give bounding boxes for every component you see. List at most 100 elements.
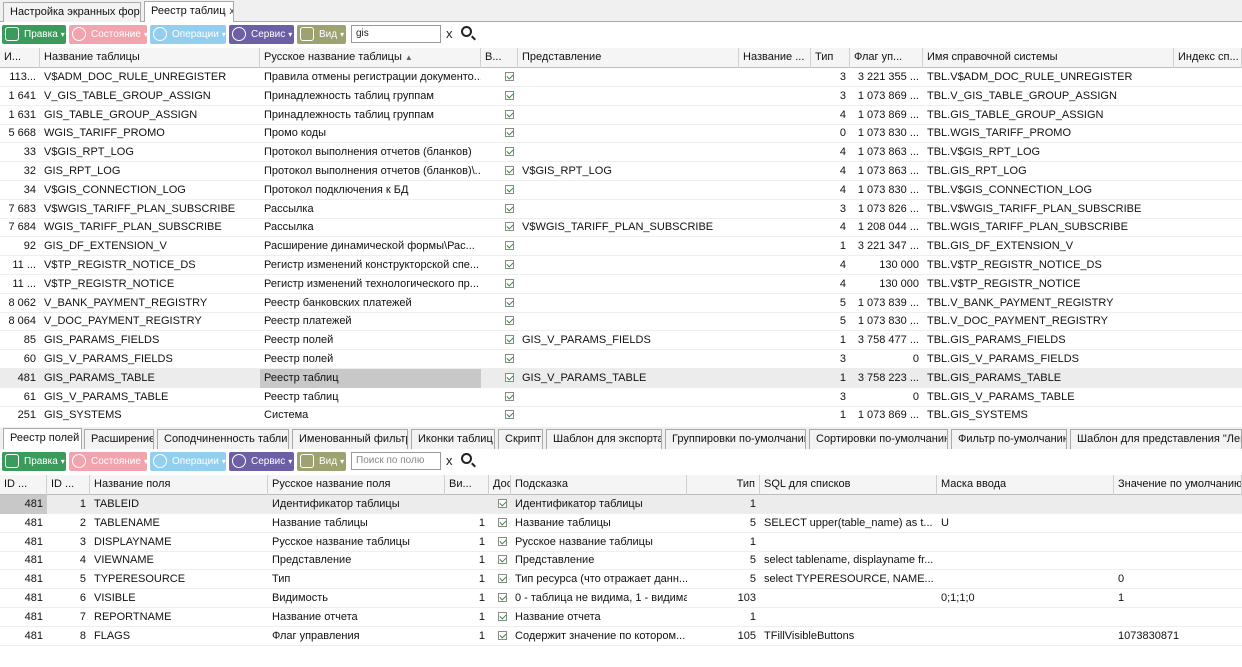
checkbox-checked-icon[interactable] xyxy=(505,72,514,81)
col-default-value[interactable]: Значение по умолчанию xyxy=(1114,475,1242,495)
col-access[interactable]: Дос xyxy=(489,475,511,495)
table-row[interactable]: 61 GIS_V_PARAMS_TABLE Реестр таблиц 3 0 TBL.G… xyxy=(0,388,1242,407)
table-row[interactable]: 11 ... V$TP_REGISTR_NOTICE Регистр изменен… xyxy=(0,275,1242,294)
field-row[interactable]: 481 5 TYPERESOURCE Тип 1 Тип ресурса (что отр… xyxy=(0,570,1242,590)
edit-button[interactable]: Правка ▾ xyxy=(2,452,66,471)
col-field-name[interactable]: Название поля xyxy=(90,475,268,495)
checkbox-checked-icon[interactable] xyxy=(505,316,514,326)
table-row[interactable]: 1 631 GIS_TABLE_GROUP_ASSIGN Принадлежност… xyxy=(0,106,1242,125)
col-type[interactable]: Тип xyxy=(687,475,760,495)
table-row[interactable]: 8 062 V_BANK_PAYMENT_REGISTRY Реестр банко… xyxy=(0,294,1242,313)
field-row[interactable]: 481 4 VIEWNAME Представление 1 Представление 5… xyxy=(0,551,1242,571)
table-row[interactable]: 5 668 WGIS_TARIFF_PROMO Промо коды 0 1 073 8… xyxy=(0,124,1242,144)
checkbox-checked-icon[interactable] xyxy=(505,109,514,119)
checkbox-checked-icon[interactable] xyxy=(505,147,514,157)
checkbox-checked-icon[interactable] xyxy=(505,184,514,194)
col-field-id[interactable]: ID ... xyxy=(47,475,90,495)
view-button[interactable]: Вид ▾ xyxy=(297,452,346,471)
table-row[interactable]: 7 683 V$WGIS_TARIFF_PLAN_SUBSCRIBE Рассылк… xyxy=(0,200,1242,219)
col-table-name[interactable]: Название таблицы xyxy=(40,48,260,68)
detail-tab[interactable]: Соподчиненность таблиц xyxy=(157,429,289,449)
service-button[interactable]: Сервис ▾ xyxy=(229,25,294,44)
checkbox-checked-icon[interactable] xyxy=(498,593,507,602)
checkbox-checked-icon[interactable] xyxy=(498,536,507,546)
search-icon[interactable] xyxy=(461,26,472,37)
clear-search-icon[interactable]: x xyxy=(446,453,453,468)
table-row[interactable]: 481 GIS_PARAMS_TABLE Реестр таблиц GIS_V_PA… xyxy=(0,368,1242,388)
col-view[interactable]: Представление xyxy=(518,48,739,68)
tab-table-registry[interactable]: Реестр таблиц x xyxy=(144,1,234,22)
checkbox-checked-icon[interactable] xyxy=(505,391,514,401)
edit-button[interactable]: Правка ▾ xyxy=(2,25,66,44)
state-button[interactable]: Состояние ▾ xyxy=(69,452,148,471)
table-row[interactable]: 92 GIS_DF_EXTENSION_V Расширение динамичес… xyxy=(0,237,1242,257)
field-row[interactable]: 481 6 VISIBLE Видимость 1 0 - таблица не види… xyxy=(0,589,1242,608)
checkbox-checked-icon[interactable] xyxy=(505,278,514,288)
close-icon[interactable]: x xyxy=(230,6,233,17)
checkbox-checked-icon[interactable] xyxy=(498,611,507,621)
state-button[interactable]: Состояние ▾ xyxy=(69,25,148,44)
checkbox-checked-icon[interactable] xyxy=(505,203,514,213)
detail-tab[interactable]: Иконки таблиц xyxy=(411,429,495,449)
tab-screen-forms[interactable]: Настройка экранных форм xyxy=(3,2,141,22)
detail-tab[interactable]: Скрипт xyxy=(498,429,543,449)
checkbox-checked-icon[interactable] xyxy=(505,410,514,420)
detail-tab[interactable]: Именованный фильтр xyxy=(292,429,408,449)
table-row[interactable]: 32 GIS_RPT_LOG Протокол выполнения отчетов… xyxy=(0,162,1242,181)
field-row[interactable]: 481 3 DISPLAYNAME Русское название таблицы 1… xyxy=(0,533,1242,552)
operations-button[interactable]: Операции ▾ xyxy=(150,25,226,44)
checkbox-checked-icon[interactable] xyxy=(498,630,507,640)
detail-tab[interactable]: Фильтр по-умолчанию xyxy=(951,429,1067,449)
col-visible[interactable]: Ви... xyxy=(445,475,489,495)
table-row[interactable]: 85 GIS_PARAMS_FIELDS Реестр полей GIS_V_PAR… xyxy=(0,331,1242,351)
table-row[interactable]: 11 ... V$TP_REGISTR_NOTICE_DS Регистр изме… xyxy=(0,256,1242,275)
detail-tab[interactable]: Расширение xyxy=(84,429,154,449)
table-row[interactable]: 8 064 V_DOC_PAYMENT_REGISTRY Реестр платеж… xyxy=(0,312,1242,332)
table-row[interactable]: 113... V$ADM_DOC_RULE_UNREGISTER Правила о… xyxy=(0,68,1242,87)
field-row[interactable]: 481 8 FLAGS Флаг управления 1 Содержит значен… xyxy=(0,627,1242,646)
col-input-mask[interactable]: Маска ввода xyxy=(937,475,1114,495)
col-report-name[interactable]: Название ... xyxy=(739,48,811,68)
checkbox-checked-icon[interactable] xyxy=(505,222,514,232)
checkbox-checked-icon[interactable] xyxy=(498,555,507,565)
table-row[interactable]: 33 V$GIS_RPT_LOG Протокол выполнения отчет… xyxy=(0,143,1242,163)
col-rus-field-name[interactable]: Русское название поля xyxy=(268,475,445,495)
checkbox-checked-icon[interactable] xyxy=(505,166,514,175)
col-type[interactable]: Тип xyxy=(811,48,850,68)
checkbox-checked-icon[interactable] xyxy=(505,241,514,251)
col-ref-index[interactable]: Индекс сп... xyxy=(1174,48,1242,68)
col-sql-list[interactable]: SQL для списков xyxy=(760,475,937,495)
detail-tab[interactable]: Шаблон для представления "Лента" xyxy=(1070,429,1242,449)
search-input[interactable]: gis xyxy=(351,25,441,43)
checkbox-checked-icon[interactable] xyxy=(498,517,507,527)
checkbox-checked-icon[interactable] xyxy=(505,335,514,345)
table-row[interactable]: 251 GIS_SYSTEMS Система 1 1 073 869 ... TBL.G… xyxy=(0,406,1242,424)
view-button[interactable]: Вид ▾ xyxy=(297,25,346,44)
checkbox-checked-icon[interactable] xyxy=(505,354,514,363)
table-row[interactable]: 60 GIS_V_PARAMS_FIELDS Реестр полей 3 0 TBL.G… xyxy=(0,350,1242,369)
clear-search-icon[interactable]: x xyxy=(446,26,453,41)
col-ref-system-name[interactable]: Имя справочной системы xyxy=(923,48,1174,68)
field-search-input[interactable]: Поиск по полю xyxy=(351,452,441,470)
search-icon[interactable] xyxy=(461,453,472,464)
checkbox-checked-icon[interactable] xyxy=(498,499,507,508)
checkbox-checked-icon[interactable] xyxy=(505,372,514,382)
col-hint[interactable]: Подсказка xyxy=(511,475,687,495)
field-row[interactable]: 481 2 TABLENAME Название таблицы 1 Название т… xyxy=(0,514,1242,533)
col-rus-table-name[interactable]: Русское название таблицы ▲ xyxy=(260,48,481,68)
detail-tab[interactable]: Группировки по-умолчанию xyxy=(665,429,806,449)
detail-tab[interactable]: Сортировки по-умолчанию xyxy=(809,429,948,449)
checkbox-checked-icon[interactable] xyxy=(505,90,514,100)
checkbox-checked-icon[interactable] xyxy=(505,260,514,269)
checkbox-checked-icon[interactable] xyxy=(505,128,514,138)
col-flags[interactable]: Флаг уп... xyxy=(850,48,923,68)
detail-tab[interactable]: Шаблон для экспорта xyxy=(546,429,662,449)
detail-tab[interactable]: Реестр полей xyxy=(3,428,82,449)
table-row[interactable]: 1 641 V_GIS_TABLE_GROUP_ASSIGN Принадлежно… xyxy=(0,87,1242,106)
table-row[interactable]: 34 V$GIS_CONNECTION_LOG Протокол подключен… xyxy=(0,181,1242,200)
col-table-id[interactable]: ID ... xyxy=(0,475,47,495)
checkbox-checked-icon[interactable] xyxy=(498,574,507,584)
col-id[interactable]: И... xyxy=(0,48,40,68)
operations-button[interactable]: Операции ▾ xyxy=(150,452,226,471)
field-row[interactable]: 481 7 REPORTNAME Название отчета 1 Название о… xyxy=(0,608,1242,627)
